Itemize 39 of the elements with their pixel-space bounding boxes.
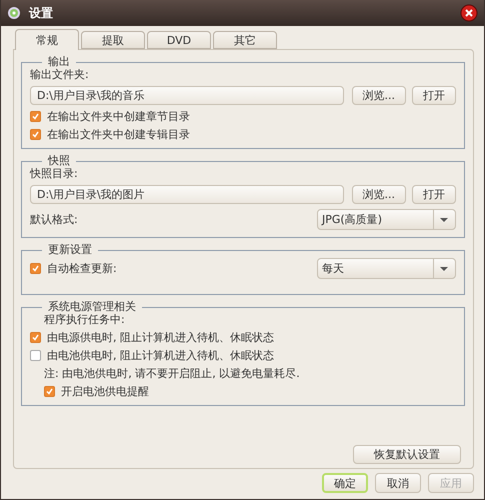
close-icon[interactable] xyxy=(460,4,478,22)
open-button[interactable]: 打开 xyxy=(412,86,456,105)
dialog-button[interactable]: 取消 xyxy=(375,473,421,493)
checkbox-label: 由电池供电时, 阻止计算机进入待机、休眠状态 xyxy=(47,349,274,362)
field-label: 输出文件夹: xyxy=(30,68,90,81)
browse-button[interactable]: 浏览... xyxy=(352,185,406,204)
checkbox-label: 在输出文件夹中创建章节目录 xyxy=(47,110,190,123)
checkbox-label: 开启电池供电提醒 xyxy=(61,385,149,398)
open-button[interactable]: 打开 xyxy=(412,185,456,204)
field-label: 快照目录: xyxy=(30,167,79,180)
checkbox[interactable] xyxy=(30,111,41,122)
group-title: 更新设置 xyxy=(47,244,93,256)
checkbox[interactable] xyxy=(30,350,41,361)
restore-defaults-button[interactable]: 恢复默认设置 xyxy=(353,445,461,464)
disc-icon xyxy=(7,6,21,20)
path-field[interactable]: D:\用户目录\我的音乐 xyxy=(30,86,344,105)
field-label: 程序执行任务中: xyxy=(43,313,126,326)
group-title: 快照 xyxy=(46,155,71,167)
tab[interactable]: 常规 xyxy=(15,29,79,50)
field-label: 默认格式: xyxy=(30,213,78,226)
note-text: 注: 由电池供电时, 请不要开启阻止, 以避免电量耗尽. xyxy=(43,367,301,380)
checkbox[interactable] xyxy=(30,332,41,343)
checkbox[interactable] xyxy=(44,386,55,397)
group-title: 系统电源管理相关 xyxy=(47,301,137,313)
tab[interactable]: DVD xyxy=(147,31,211,49)
path-field[interactable]: D:\用户目录\我的图片 xyxy=(30,185,344,204)
tab[interactable]: 其它 xyxy=(213,31,277,49)
checkbox[interactable] xyxy=(30,129,41,140)
checkbox[interactable] xyxy=(30,263,41,274)
window-title: 设置 xyxy=(29,6,54,20)
dropdown[interactable]: 每天 xyxy=(317,258,456,279)
checkbox-label: 由电源供电时, 阻止计算机进入待机、休眠状态 xyxy=(47,331,274,344)
browse-button[interactable]: 浏览... xyxy=(352,86,406,105)
dropdown[interactable]: JPG(高质量) xyxy=(317,209,456,230)
checkbox-label: 在输出文件夹中创建专辑目录 xyxy=(47,128,190,141)
tab[interactable]: 提取 xyxy=(81,31,145,49)
dialog-button[interactable]: 确定 xyxy=(322,473,368,493)
group-title: 输出 xyxy=(47,56,71,68)
checkbox-label: 自动检查更新: xyxy=(47,262,117,275)
